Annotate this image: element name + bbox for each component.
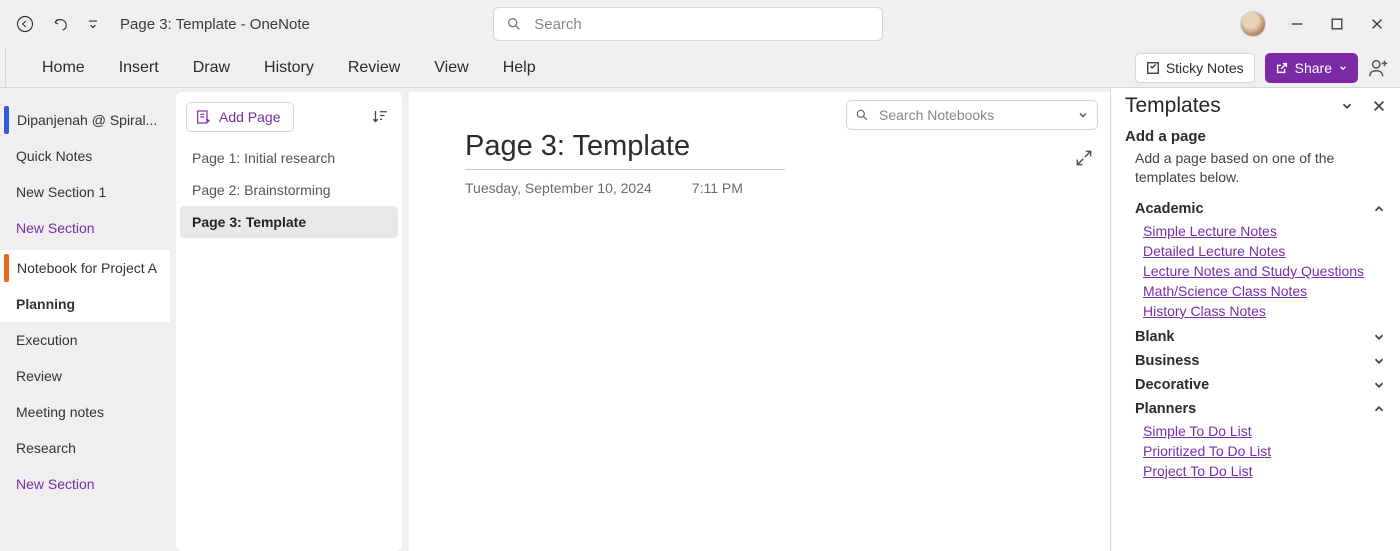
template-link[interactable]: Detailed Lecture Notes bbox=[1143, 243, 1386, 259]
tab-insert[interactable]: Insert bbox=[117, 51, 161, 85]
file-tab-edge[interactable] bbox=[0, 48, 6, 88]
chevron-down-icon bbox=[1372, 378, 1386, 392]
user-avatar[interactable] bbox=[1240, 11, 1266, 37]
chevron-down-icon[interactable] bbox=[1340, 99, 1354, 113]
template-category-decorative[interactable]: Decorative bbox=[1125, 373, 1386, 397]
sticky-notes-button[interactable]: Sticky Notes bbox=[1135, 53, 1255, 83]
template-link[interactable]: Math/Science Class Notes bbox=[1143, 283, 1386, 299]
notebook-search[interactable] bbox=[846, 100, 1098, 130]
close-button[interactable] bbox=[1368, 15, 1386, 33]
notebook-nav: Dipanjenah @ Spiral... Quick Notes New S… bbox=[0, 88, 170, 551]
tab-view[interactable]: View bbox=[432, 51, 470, 85]
sticky-note-icon bbox=[1146, 61, 1160, 75]
share-label: Share bbox=[1295, 60, 1332, 76]
category-label: Academic bbox=[1135, 201, 1204, 217]
template-link[interactable]: History Class Notes bbox=[1143, 303, 1386, 319]
notebook-item-personal[interactable]: Dipanjenah @ Spiral... bbox=[0, 102, 170, 138]
tab-draw[interactable]: Draw bbox=[191, 51, 232, 85]
notebook-search-input[interactable] bbox=[877, 106, 1069, 124]
share-button[interactable]: Share bbox=[1265, 53, 1358, 83]
window-title: Page 3: Template - OneNote bbox=[120, 16, 310, 33]
category-label: Blank bbox=[1135, 329, 1175, 345]
maximize-button[interactable] bbox=[1328, 15, 1346, 33]
editor-area[interactable]: Tuesday, September 10, 2024 7:11 PM bbox=[408, 92, 1110, 551]
global-search[interactable] bbox=[493, 7, 883, 41]
template-link[interactable]: Project To Do List bbox=[1143, 463, 1386, 479]
search-icon bbox=[506, 16, 522, 32]
section-review[interactable]: Review bbox=[0, 358, 170, 394]
sticky-notes-label: Sticky Notes bbox=[1166, 60, 1244, 76]
template-link[interactable]: Prioritized To Do List bbox=[1143, 443, 1386, 459]
notebook-color-bar bbox=[4, 254, 9, 282]
quick-access-dropdown-icon[interactable] bbox=[86, 13, 100, 35]
template-category-planners[interactable]: Planners bbox=[1125, 397, 1386, 421]
title-bar-right bbox=[1240, 11, 1386, 37]
presence-icon[interactable] bbox=[1368, 57, 1390, 79]
add-page-icon bbox=[195, 109, 211, 125]
section-new-section-1[interactable]: New Section 1 bbox=[0, 174, 170, 210]
page-date: Tuesday, September 10, 2024 bbox=[465, 180, 652, 196]
back-icon[interactable] bbox=[14, 13, 36, 35]
tab-history[interactable]: History bbox=[262, 51, 316, 85]
tab-review[interactable]: Review bbox=[346, 51, 402, 85]
template-link[interactable]: Simple Lecture Notes bbox=[1143, 223, 1386, 239]
chevron-up-icon bbox=[1372, 402, 1386, 416]
template-link[interactable]: Lecture Notes and Study Questions bbox=[1143, 263, 1386, 279]
notebook-item-project-a[interactable]: Notebook for Project A bbox=[0, 250, 170, 286]
ribbon-right: Sticky Notes Share bbox=[1135, 53, 1390, 83]
title-bar-left: Page 3: Template - OneNote bbox=[14, 13, 310, 35]
page-title-input[interactable] bbox=[465, 130, 785, 170]
section-new-section[interactable]: New Section bbox=[0, 210, 170, 246]
chevron-down-icon bbox=[1372, 354, 1386, 368]
expand-editor-icon[interactable] bbox=[1074, 148, 1094, 168]
page-item-selected[interactable]: Page 3: Template bbox=[180, 206, 398, 238]
notebook-label: Dipanjenah @ Spiral... bbox=[17, 112, 157, 128]
chevron-up-icon bbox=[1372, 202, 1386, 216]
share-icon bbox=[1275, 61, 1289, 75]
page-time: 7:11 PM bbox=[692, 180, 743, 196]
template-category-academic[interactable]: Academic bbox=[1125, 197, 1386, 221]
page-list-panel: Add Page Page 1: Initial research Page 2… bbox=[176, 92, 402, 551]
templates-title: Templates bbox=[1125, 94, 1221, 118]
section-planning[interactable]: Planning bbox=[0, 286, 170, 322]
templates-panel: Templates Add a page Add a page based on… bbox=[1110, 88, 1400, 551]
close-icon[interactable] bbox=[1372, 99, 1386, 113]
template-link[interactable]: Simple To Do List bbox=[1143, 423, 1386, 439]
category-label: Business bbox=[1135, 353, 1199, 369]
ribbon-tabs: Home Insert Draw History Review View Hel… bbox=[14, 51, 538, 85]
search-icon bbox=[855, 108, 869, 122]
templates-helper-text: Add a page based on one of the templates… bbox=[1135, 149, 1386, 187]
global-search-input[interactable] bbox=[532, 15, 870, 34]
undo-icon[interactable] bbox=[50, 13, 72, 35]
chevron-down-icon bbox=[1338, 63, 1348, 73]
section-research[interactable]: Research bbox=[0, 430, 170, 466]
ribbon: Home Insert Draw History Review View Hel… bbox=[0, 48, 1400, 88]
chevron-down-icon bbox=[1372, 330, 1386, 344]
category-label: Planners bbox=[1135, 401, 1196, 417]
notebook-label: Notebook for Project A bbox=[17, 260, 157, 276]
chevron-down-icon[interactable] bbox=[1077, 109, 1089, 121]
template-category-business[interactable]: Business bbox=[1125, 349, 1386, 373]
notebook-color-bar bbox=[4, 106, 9, 134]
section-quick-notes[interactable]: Quick Notes bbox=[0, 138, 170, 174]
tab-help[interactable]: Help bbox=[501, 51, 538, 85]
template-category-blank[interactable]: Blank bbox=[1125, 325, 1386, 349]
title-bar: Page 3: Template - OneNote bbox=[0, 0, 1400, 48]
add-page-label: Add Page bbox=[219, 109, 281, 125]
section-meeting[interactable]: Meeting notes bbox=[0, 394, 170, 430]
page-item[interactable]: Page 2: Brainstorming bbox=[176, 174, 402, 206]
section-execution[interactable]: Execution bbox=[0, 322, 170, 358]
minimize-button[interactable] bbox=[1288, 15, 1306, 33]
page-item[interactable]: Page 1: Initial research bbox=[176, 142, 402, 174]
section-new-section-b[interactable]: New Section bbox=[0, 466, 170, 502]
category-label: Decorative bbox=[1135, 377, 1209, 393]
add-page-button[interactable]: Add Page bbox=[186, 102, 294, 132]
add-a-page-heading: Add a page bbox=[1125, 128, 1386, 145]
tab-home[interactable]: Home bbox=[40, 51, 87, 85]
sort-pages-button[interactable] bbox=[368, 105, 392, 129]
